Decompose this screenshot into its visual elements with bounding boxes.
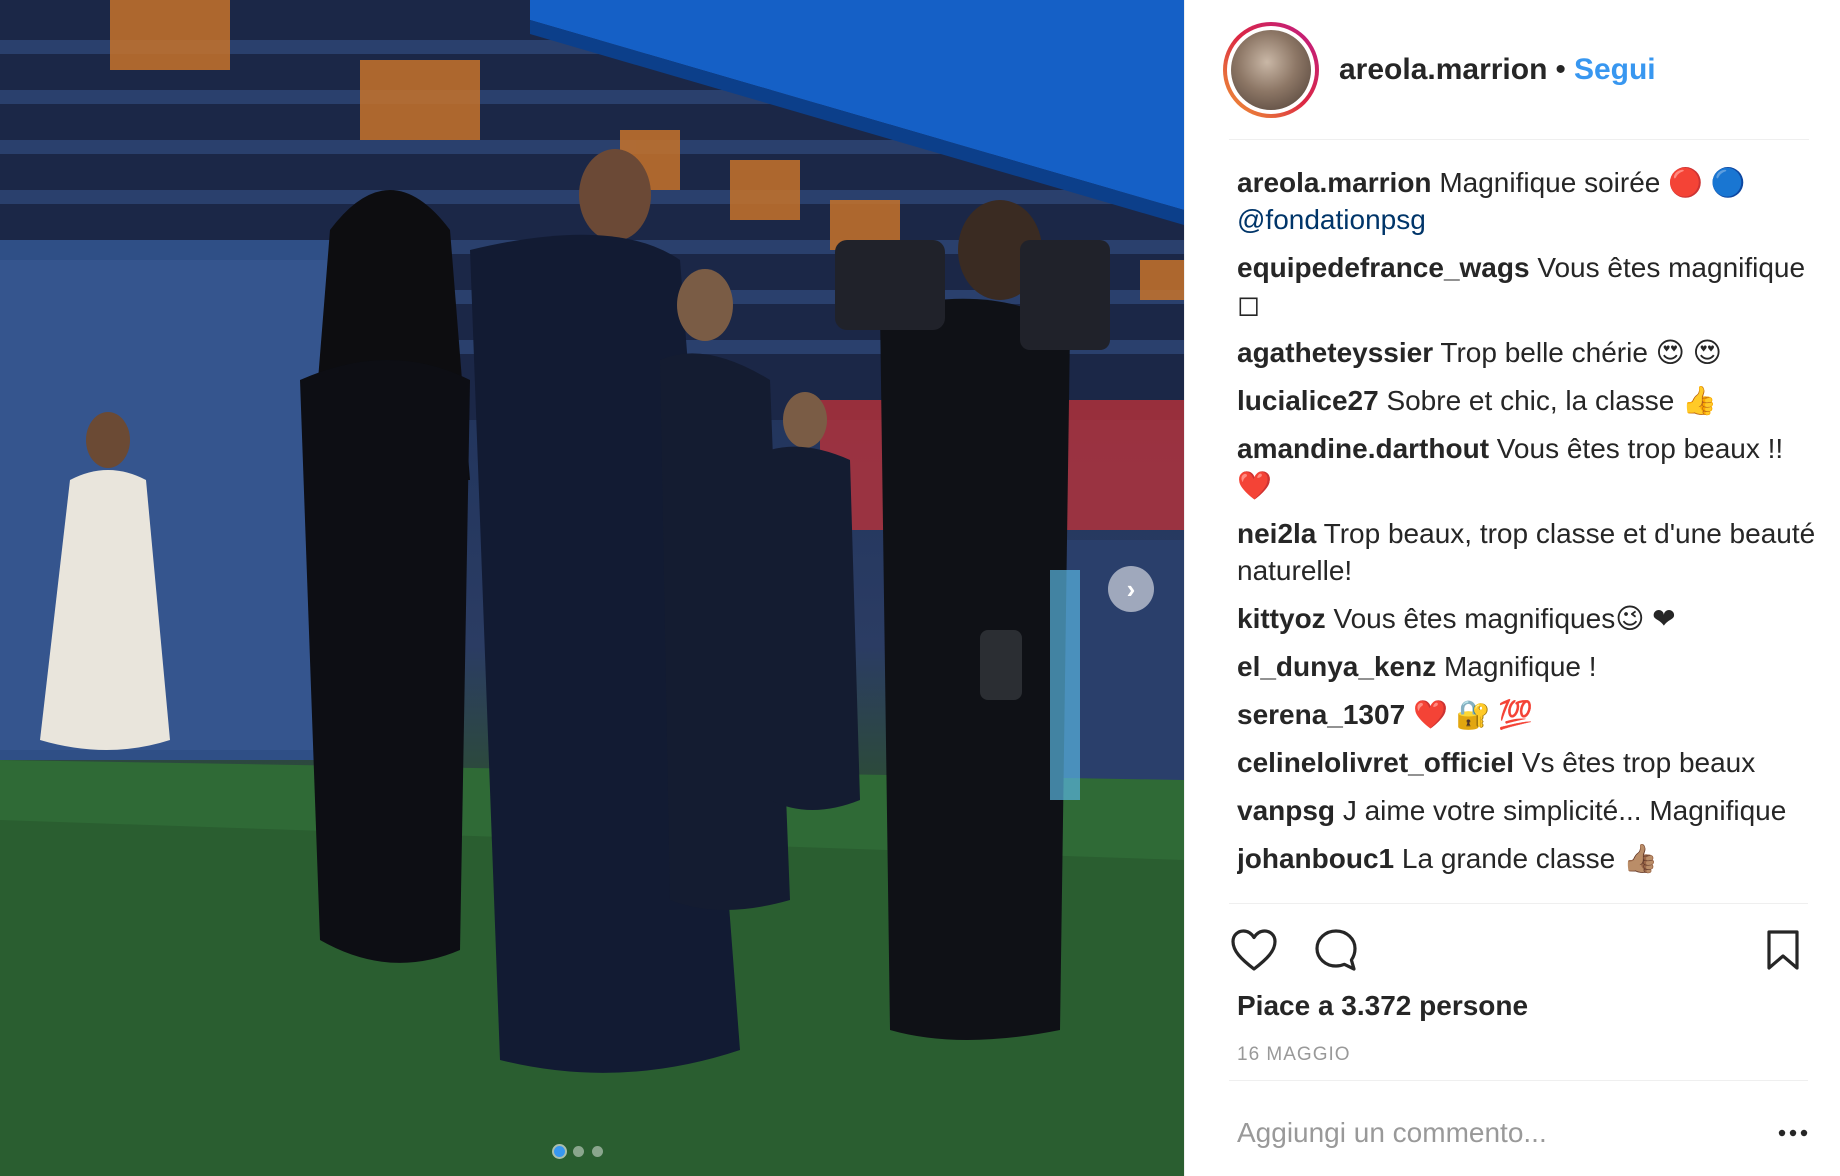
post-photo[interactable]: › (0, 0, 1184, 1176)
comment: vanpsg J aime votre simplicité... Magnif… (1237, 792, 1817, 829)
comment-text: La grande classe 👍🏽 (1401, 843, 1658, 874)
likes-count[interactable]: Piace a 3.372 persone (1237, 990, 1528, 1022)
comment-text: Sobre et chic, la classe 👍 (1386, 385, 1717, 416)
comment-author[interactable]: nei2la (1237, 518, 1316, 549)
comment: serena_1307 ❤️ 🔐 💯 (1237, 696, 1817, 733)
comment: nei2la Trop beaux, trop classe et d'une … (1237, 515, 1817, 589)
instagram-post: › areola.marrion • Segui areola.marrion … (0, 0, 1840, 1176)
post-date[interactable]: 16 MAGGIO (1237, 1044, 1351, 1066)
post-author-username[interactable]: areola.marrion (1339, 53, 1547, 87)
comment: johanbouc1 La grande classe 👍🏽 (1237, 840, 1817, 877)
save-button[interactable] (1758, 925, 1808, 975)
carousel-indicator (554, 1146, 603, 1157)
heart-icon (1231, 929, 1277, 971)
post-header: areola.marrion • Segui (1185, 0, 1840, 140)
next-slide-button[interactable]: › (1108, 566, 1154, 612)
more-options-button[interactable] (1768, 1129, 1808, 1137)
comment-author[interactable]: celinelolivret_officiel (1237, 747, 1514, 778)
comment-author[interactable]: areola.marrion (1237, 167, 1432, 198)
carousel-dot (592, 1146, 603, 1157)
comment: el_dunya_kenz Magnifique ! (1237, 648, 1817, 685)
mention-link[interactable]: @fondationpsg (1237, 204, 1426, 235)
comment-author[interactable]: serena_1307 (1237, 699, 1405, 730)
comment-author[interactable]: amandine.darthout (1237, 433, 1489, 464)
like-button[interactable] (1229, 925, 1279, 975)
add-comment-input[interactable] (1237, 1117, 1768, 1149)
ellipsis-icon (1778, 1129, 1808, 1137)
add-comment-bar (1237, 1090, 1808, 1176)
carousel-dot (554, 1146, 565, 1157)
follow-button[interactable]: Segui (1574, 53, 1656, 87)
caption: areola.marrion Magnifique soirée 🔴 🔵 @fo… (1237, 164, 1817, 238)
comment-text: ❤️ 🔐 💯 (1412, 699, 1534, 730)
comment: celinelolivret_officiel Vs êtes trop bea… (1237, 744, 1817, 781)
comments-list[interactable]: areola.marrion Magnifique soirée 🔴 🔵 @fo… (1237, 164, 1817, 898)
comment-author[interactable]: agatheteyssier (1237, 337, 1433, 368)
header-separator: • (1555, 53, 1566, 86)
comment-text: Magnifique ! (1443, 651, 1597, 682)
comment-text: Trop beaux, trop classe et d'une beauté … (1237, 518, 1816, 586)
comment-author[interactable]: johanbouc1 (1237, 843, 1394, 874)
comment-author[interactable]: vanpsg (1237, 795, 1335, 826)
post-actions (1229, 920, 1808, 980)
comment-author[interactable]: el_dunya_kenz (1237, 651, 1436, 682)
avatar-story-ring[interactable] (1223, 22, 1319, 118)
avatar (1231, 30, 1311, 110)
comment-author[interactable]: lucialice27 (1237, 385, 1379, 416)
bookmark-icon (1767, 930, 1799, 970)
comment-text: Trop belle chérie 😍 😍 (1440, 337, 1722, 368)
comment-text: Vous êtes magnifiques😉 ❤ (1333, 603, 1676, 634)
post-side-panel: areola.marrion • Segui areola.marrion Ma… (1184, 0, 1840, 1176)
comment-author[interactable]: kittyoz (1237, 603, 1326, 634)
carousel-dot (573, 1146, 584, 1157)
comment-author[interactable]: equipedefrance_wags (1237, 252, 1530, 283)
comment: amandine.darthout Vous êtes trop beaux !… (1237, 430, 1817, 504)
add-comment-divider (1229, 1080, 1808, 1081)
comment: equipedefrance_wags Vous êtes magnifique… (1237, 249, 1817, 323)
comment: kittyoz Vous êtes magnifiques😉 ❤ (1237, 600, 1817, 637)
comment-text: Magnifique soirée 🔴 🔵 (1439, 167, 1746, 198)
header-divider (1229, 139, 1809, 140)
chevron-right-icon: › (1126, 573, 1136, 604)
stadium-scene-illustration (0, 0, 1184, 1176)
comment-button[interactable] (1311, 925, 1361, 975)
comment-text: Vs êtes trop beaux (1521, 747, 1756, 778)
comment: lucialice27 Sobre et chic, la classe 👍 (1237, 382, 1817, 419)
actions-divider (1229, 903, 1808, 904)
comment-icon (1315, 929, 1357, 971)
comment: agatheteyssier Trop belle chérie 😍 😍 (1237, 334, 1817, 371)
comment-text: J aime votre simplicité... Magnifique (1342, 795, 1787, 826)
